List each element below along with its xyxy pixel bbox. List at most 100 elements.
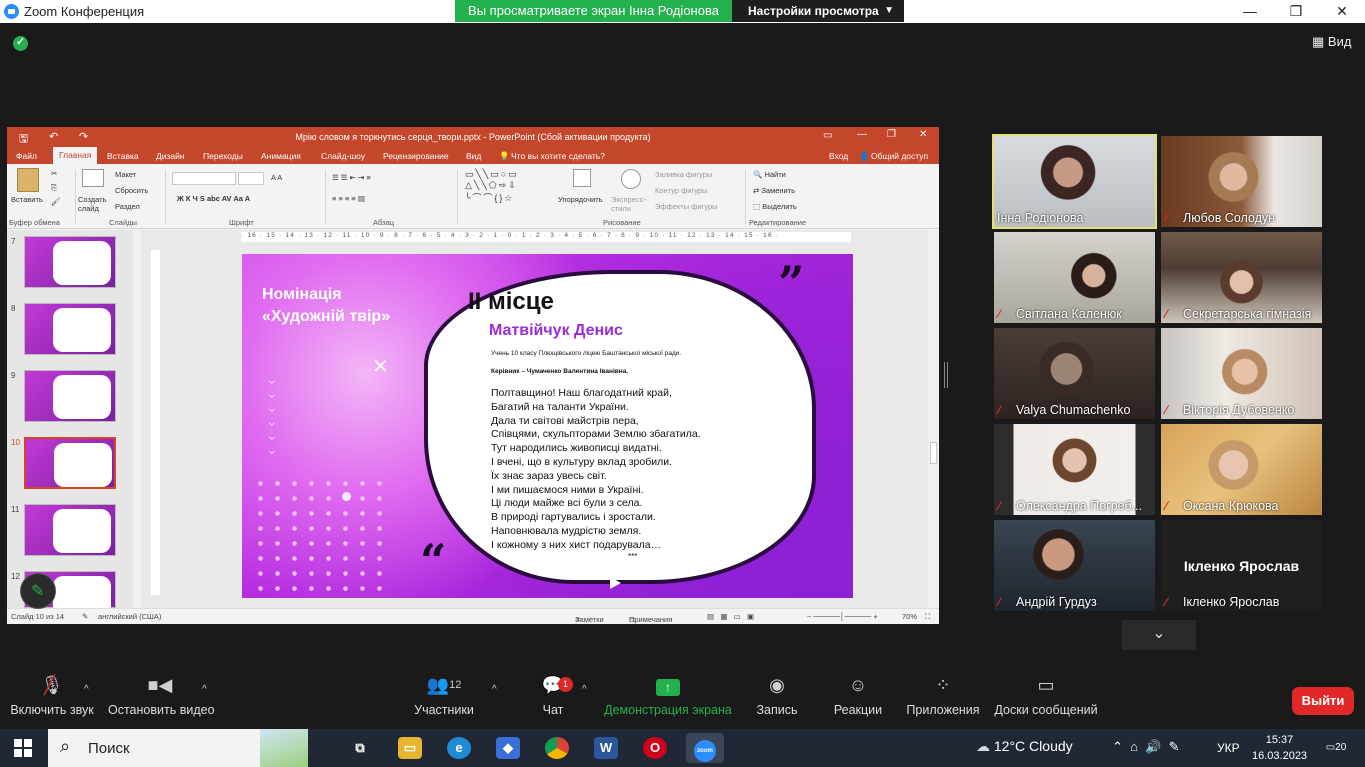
participant-tile[interactable]: ⁄ Valya Chumachenko [994, 328, 1155, 419]
editor-scrollbar[interactable] [928, 230, 939, 608]
restore-button[interactable]: ❐ [1273, 0, 1319, 23]
bullets-icon[interactable]: ☰ ☰ ⇤ ⇥ ≡ [332, 173, 371, 182]
slide-thumbnail[interactable] [24, 303, 116, 355]
shape-outline-button[interactable]: Контур фигуры [655, 186, 707, 195]
whiteboards-button[interactable]: ▭ Доски сообщений [992, 672, 1100, 717]
shape-effects-button[interactable]: Эффекты фигуры [655, 202, 718, 211]
tab-insert[interactable]: Вставка [107, 151, 139, 161]
weather-widget[interactable]: ☁ 12°C Cloudy [976, 738, 1073, 755]
zoom-level[interactable]: 70% [902, 612, 917, 621]
new-slide-icon[interactable] [82, 169, 104, 187]
copy-icon[interactable]: ⎘ [51, 183, 57, 193]
express-styles-icon[interactable] [621, 169, 641, 189]
minimize-button[interactable]: — [1227, 0, 1273, 23]
tab-view[interactable]: Вид [466, 151, 481, 161]
shapes-gallery-icon[interactable]: ▭╲╲▭○▭ △╲╲⬠⇨⇩ ╰⌒⌒{}☆ [465, 169, 519, 204]
tab-transitions[interactable]: Переходы [203, 151, 243, 161]
font-size-input[interactable] [238, 172, 264, 185]
ppt-close-icon[interactable]: ✕ [919, 129, 927, 140]
current-slide[interactable]: ✕ ⌄ ⌄ ⌄ ⌄ ⌄ ⌄ Номінація «Художній твір» ” “ I… [242, 254, 853, 598]
language-status[interactable]: английский (США) [98, 612, 161, 621]
ppt-minimize-icon[interactable]: — [857, 129, 867, 140]
tab-animations[interactable]: Анимация [261, 151, 301, 161]
select-button[interactable]: ⬚ Выделить [753, 202, 797, 211]
participant-tile[interactable]: ⁄ Світлана Каленюк [994, 232, 1155, 323]
slide-thumbnail-selected[interactable] [24, 437, 116, 489]
annotate-button[interactable]: ✎ [20, 573, 56, 609]
tab-design[interactable]: Дизайн [156, 151, 185, 161]
cut-icon[interactable]: ✂ [51, 169, 57, 178]
participant-tile[interactable]: ⁄ Олександра Погреб... [994, 424, 1155, 515]
view-settings-dropdown[interactable]: Настройки просмотра ▼ [732, 0, 904, 22]
create-slide-button[interactable]: Создать слайд [78, 195, 112, 213]
close-button[interactable]: ✕ [1319, 0, 1365, 23]
reactions-button[interactable]: ☺ Реакции [830, 672, 886, 717]
slide-thumbnail[interactable] [24, 370, 116, 422]
shield-icon[interactable] [13, 35, 28, 51]
tab-slideshow[interactable]: Слайд-шоу [321, 151, 365, 161]
find-button[interactable]: 🔍 Найти [753, 170, 786, 179]
edge-icon[interactable]: e [447, 737, 471, 759]
view-mode-icons[interactable]: ▤ ▦ ▭ ▣ [707, 612, 754, 621]
section-button[interactable]: Раздел [115, 202, 140, 211]
reset-button[interactable]: Сбросить [115, 186, 148, 195]
participants-options-caret[interactable]: ^ [492, 684, 497, 695]
participant-tile[interactable]: ⁄ Любов Солодун [1161, 136, 1322, 227]
participant-tile[interactable]: Інна Родіонова [992, 134, 1157, 229]
thumbs-scrollbar[interactable] [133, 230, 141, 608]
share-link[interactable]: Общий доступ [871, 151, 928, 161]
arrange-icon[interactable] [573, 169, 591, 187]
notification-center[interactable]: ▭20 [1322, 737, 1350, 759]
taskbar-clock[interactable]: 15:37 16.03.2023 [1252, 732, 1307, 764]
chat-options-caret[interactable]: ^ [582, 684, 587, 695]
shape-fill-button[interactable]: Заливка фигуры [655, 170, 712, 179]
format-painter-icon[interactable]: 🖌 [51, 197, 61, 206]
view-button[interactable]: ▦ Вид [1312, 34, 1351, 50]
participants-button[interactable]: 👥12 Участники [412, 672, 476, 717]
record-button[interactable]: ◉ Запись [752, 672, 802, 717]
apps-button[interactable]: ⁘ Приложения [904, 672, 982, 717]
layout-button[interactable]: Макет [115, 170, 136, 179]
ppt-maximize-icon[interactable]: ❐ [887, 129, 896, 140]
leave-button[interactable]: Выйти [1292, 687, 1354, 715]
bold-icon[interactable]: Ж К Ч S abc AV Aa A [177, 194, 250, 203]
participant-tile[interactable]: ⁄ Секретарська гімназія [1161, 232, 1322, 323]
participant-tile[interactable]: ⁄ Оксана Крюкова [1161, 424, 1322, 515]
file-explorer-icon[interactable]: ▭ [398, 737, 422, 759]
unmute-button[interactable]: 🎙 ╱ Включить звук [8, 672, 96, 717]
tab-file[interactable]: Файл [16, 151, 37, 161]
taskbar-search[interactable]: ⌕ Поиск [48, 729, 308, 767]
video-options-caret[interactable]: ^ [202, 684, 207, 695]
participant-tile[interactable]: ⁄ Вікторія Дубовенко [1161, 328, 1322, 419]
slide-thumbnail[interactable] [24, 504, 116, 556]
split-handle[interactable] [944, 362, 948, 388]
replace-button[interactable]: ⇄ Заменить [753, 186, 795, 195]
stop-video-button[interactable]: ■◀ Остановить видео [108, 672, 215, 717]
signin-link[interactable]: Вход [829, 151, 848, 161]
paste-button[interactable]: Вставить [11, 195, 43, 204]
audio-options-caret[interactable]: ^ [84, 684, 89, 695]
word-icon[interactable]: W [594, 737, 618, 759]
zoom-slider[interactable]: − ─────│───── + [807, 612, 878, 621]
ribbon-display-icon[interactable]: ▭ [823, 130, 832, 141]
share-screen-button[interactable]: ↑ Демонстрация экрана [604, 672, 732, 717]
spellcheck-icon[interactable]: ✎ [82, 612, 88, 621]
gallery-next-page-button[interactable]: ⌄ [1122, 620, 1196, 650]
input-language[interactable]: УКР [1217, 741, 1240, 755]
arrange-button[interactable]: Упорядочить [558, 195, 603, 204]
fit-slide-icon[interactable]: ⛶ [925, 612, 930, 622]
opera-icon[interactable]: O [643, 737, 667, 759]
task-view-icon[interactable]: ⧉ [348, 737, 372, 759]
font-family-input[interactable] [172, 172, 236, 185]
app-icon[interactable]: ◆ [496, 737, 520, 759]
font-grow-icon[interactable]: A A [271, 173, 282, 182]
windows-start-icon[interactable] [14, 739, 32, 757]
tab-review[interactable]: Рецензирование [383, 151, 449, 161]
express-styles-button[interactable]: Экспресс-стили [611, 195, 651, 213]
tab-home[interactable]: Главная [53, 147, 98, 164]
participant-tile[interactable]: ⁄ Андрій Гурдуз [994, 520, 1155, 611]
align-icons[interactable]: ≡ ≡ ≡ ≡ ▤ [332, 194, 365, 203]
zoom-taskbar-icon[interactable]: zoom [686, 733, 724, 763]
tell-me-input[interactable]: Что вы хотите сделать? [511, 151, 605, 161]
slide-thumbnail[interactable] [24, 236, 116, 288]
